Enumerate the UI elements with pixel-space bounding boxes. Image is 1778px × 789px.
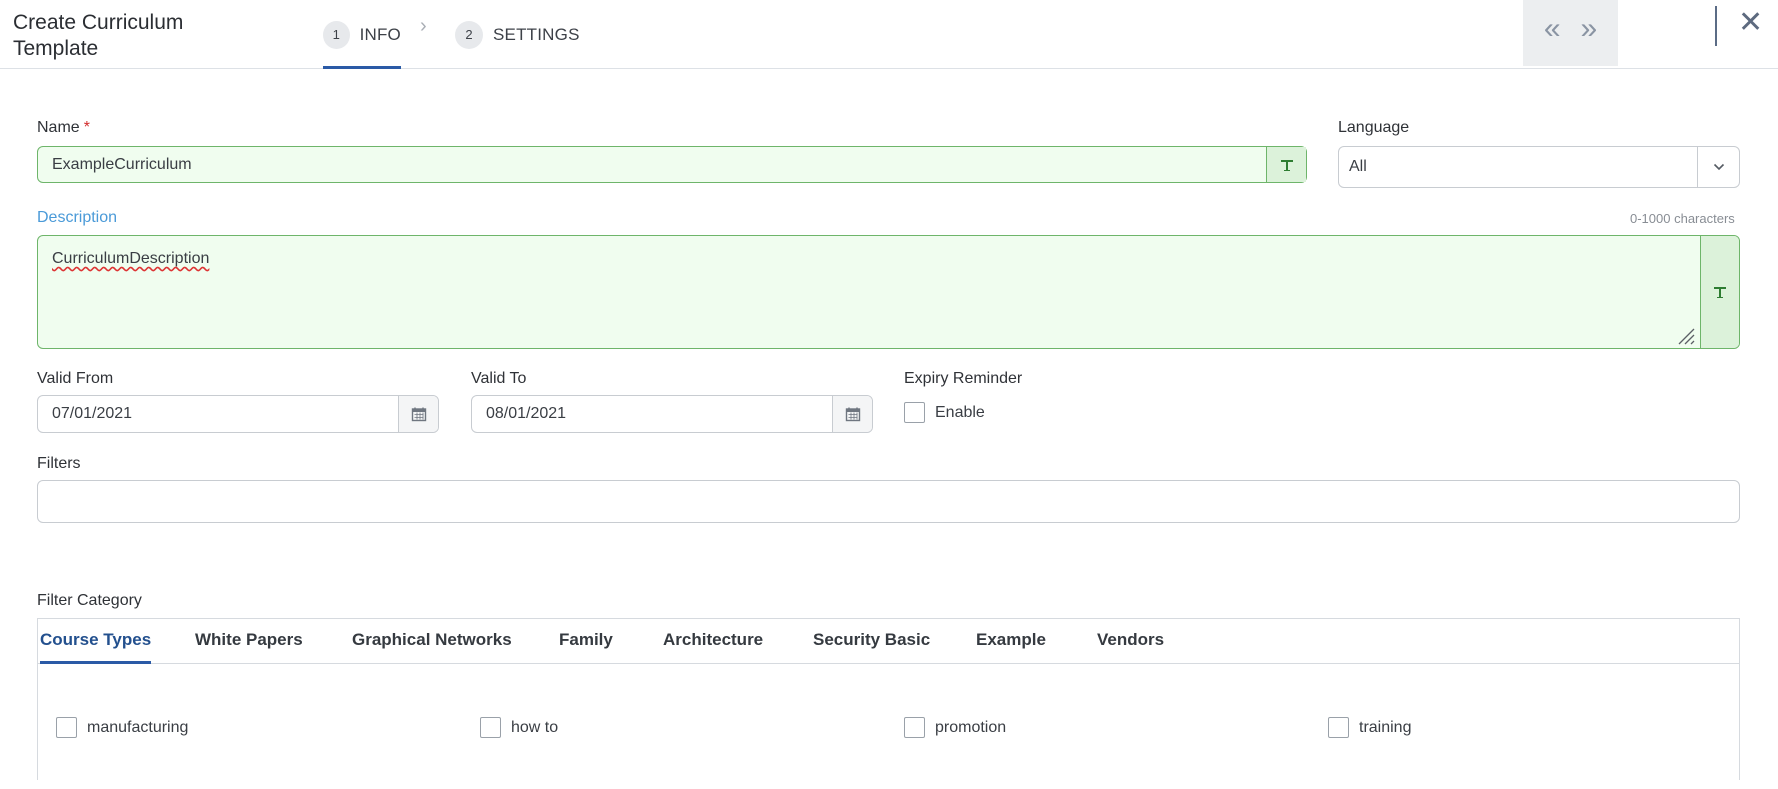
- chevron-down-icon[interactable]: [1697, 147, 1739, 187]
- tab-vendors[interactable]: Vendors: [1097, 619, 1164, 664]
- filters-label: Filters: [37, 455, 81, 472]
- double-chevron-left-icon[interactable]: «: [1544, 14, 1561, 44]
- calendar-icon[interactable]: [832, 396, 872, 432]
- tab-graphical-networks[interactable]: Graphical Networks: [352, 619, 512, 664]
- filters-input[interactable]: [37, 480, 1740, 523]
- enable-checkbox[interactable]: [904, 402, 925, 423]
- character-limit-hint: 0-1000 characters: [1630, 211, 1735, 226]
- step-label: INFO: [359, 24, 401, 44]
- name-value: ExampleCurriculum: [52, 155, 192, 173]
- step-label: SETTINGS: [493, 24, 580, 44]
- how-to-checkbox[interactable]: [480, 717, 501, 738]
- tab-family[interactable]: Family: [559, 619, 613, 664]
- valid-from-label: Valid From: [37, 370, 114, 387]
- option-label: training: [1359, 718, 1412, 736]
- language-select[interactable]: All: [1338, 146, 1740, 188]
- option-label: promotion: [935, 718, 1007, 736]
- list-item: promotion: [904, 717, 1006, 738]
- language-label: Language: [1338, 119, 1410, 136]
- expiry-reminder-label: Expiry Reminder: [904, 370, 1023, 387]
- list-item: how to: [480, 717, 558, 738]
- pager-controls: « »: [1523, 0, 1618, 66]
- text-format-icon[interactable]: [1266, 147, 1306, 182]
- tab-example[interactable]: Example: [976, 619, 1046, 664]
- tab-course-types[interactable]: Course Types: [40, 619, 152, 664]
- description-value: CurriculumDescription: [52, 250, 210, 267]
- header-bar: Create Curriculum Template 1 INFO › 2 SE…: [0, 0, 1778, 69]
- valid-to-value: 08/01/2021: [486, 405, 567, 422]
- tab-white-papers[interactable]: White Papers: [195, 619, 303, 664]
- list-item: training: [1328, 717, 1411, 738]
- tab-security-basic[interactable]: Security Basic: [813, 619, 930, 664]
- promotion-checkbox[interactable]: [904, 717, 925, 738]
- calendar-icon[interactable]: [398, 396, 438, 432]
- header-divider: [1715, 6, 1717, 46]
- manufacturing-checkbox[interactable]: [56, 717, 77, 738]
- training-checkbox[interactable]: [1328, 717, 1349, 738]
- name-label-text: Name: [37, 119, 80, 136]
- step-number: 1: [323, 20, 350, 49]
- valid-from-field[interactable]: 07/01/2021: [37, 395, 439, 433]
- filter-category-label: Filter Category: [37, 592, 142, 609]
- language-value: All: [1349, 158, 1367, 175]
- double-chevron-right-icon[interactable]: »: [1581, 14, 1598, 44]
- expiry-reminder-option: Enable: [904, 402, 985, 423]
- valid-from-value: 07/01/2021: [52, 405, 133, 422]
- resize-grip-icon[interactable]: [1675, 325, 1695, 345]
- step-info[interactable]: 1 INFO: [323, 0, 401, 69]
- description-textarea[interactable]: CurriculumDescription: [37, 235, 1740, 349]
- tab-architecture[interactable]: Architecture: [663, 619, 763, 664]
- filter-category-tabs: Course Types White Papers Graphical Netw…: [38, 619, 1739, 664]
- chevron-right-icon: ›: [420, 15, 427, 37]
- step-number: 2: [455, 20, 483, 49]
- valid-to-field[interactable]: 08/01/2021: [471, 395, 873, 433]
- required-marker: *: [83, 119, 90, 136]
- filter-category-panel: Course Types White Papers Graphical Netw…: [37, 618, 1740, 780]
- option-label: manufacturing: [87, 718, 189, 736]
- enable-label: Enable: [935, 403, 985, 421]
- name-label: Name *: [37, 119, 90, 137]
- close-icon[interactable]: ✕: [1738, 8, 1763, 38]
- valid-to-label: Valid To: [471, 370, 527, 387]
- page-title: Create Curriculum Template: [13, 11, 184, 60]
- name-field[interactable]: ExampleCurriculum: [37, 146, 1307, 183]
- step-settings[interactable]: 2 SETTINGS: [455, 0, 580, 69]
- text-format-icon[interactable]: [1700, 236, 1739, 348]
- list-item: manufacturing: [56, 717, 188, 738]
- description-label: Description: [37, 209, 118, 226]
- option-label: how to: [511, 718, 559, 736]
